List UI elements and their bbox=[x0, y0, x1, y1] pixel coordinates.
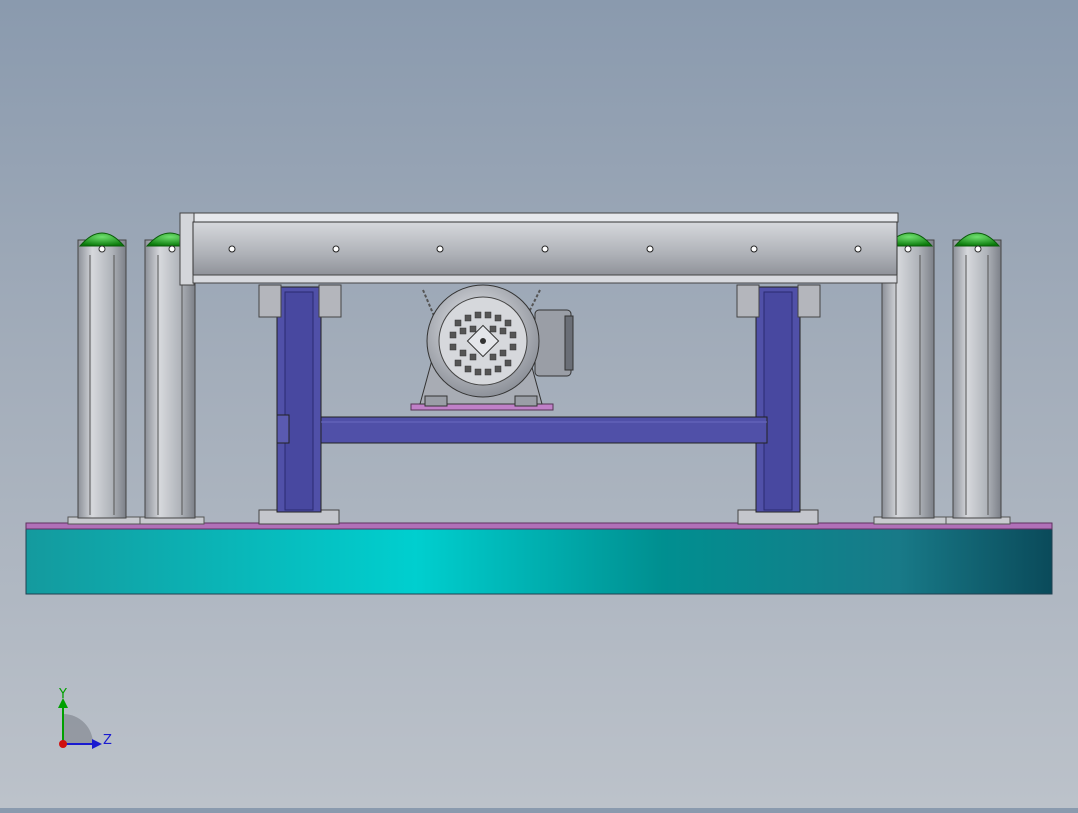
post-cap-icon bbox=[953, 232, 1001, 247]
triad-z-label: Z bbox=[103, 733, 112, 748]
frame-leg-left[interactable] bbox=[258, 284, 342, 525]
triad-quadrant-icon bbox=[63, 714, 93, 744]
post-right-outer[interactable] bbox=[945, 232, 1011, 525]
conveyor-beam[interactable] bbox=[179, 212, 899, 286]
drive-motor[interactable] bbox=[410, 284, 574, 411]
orientation-triad: Y Z bbox=[58, 687, 112, 749]
cad-viewport[interactable]: Y Z bbox=[0, 0, 1078, 808]
model-canvas[interactable]: Y Z bbox=[0, 0, 1078, 808]
post-cap-icon bbox=[78, 232, 126, 247]
triad-y-label: Y bbox=[58, 687, 67, 702]
post-left-outer[interactable] bbox=[67, 232, 141, 525]
frame-leg-right[interactable] bbox=[736, 284, 821, 525]
origin-dot-icon bbox=[59, 740, 67, 748]
frame-cross-beam[interactable] bbox=[320, 416, 768, 444]
base-plate[interactable] bbox=[25, 528, 1053, 595]
